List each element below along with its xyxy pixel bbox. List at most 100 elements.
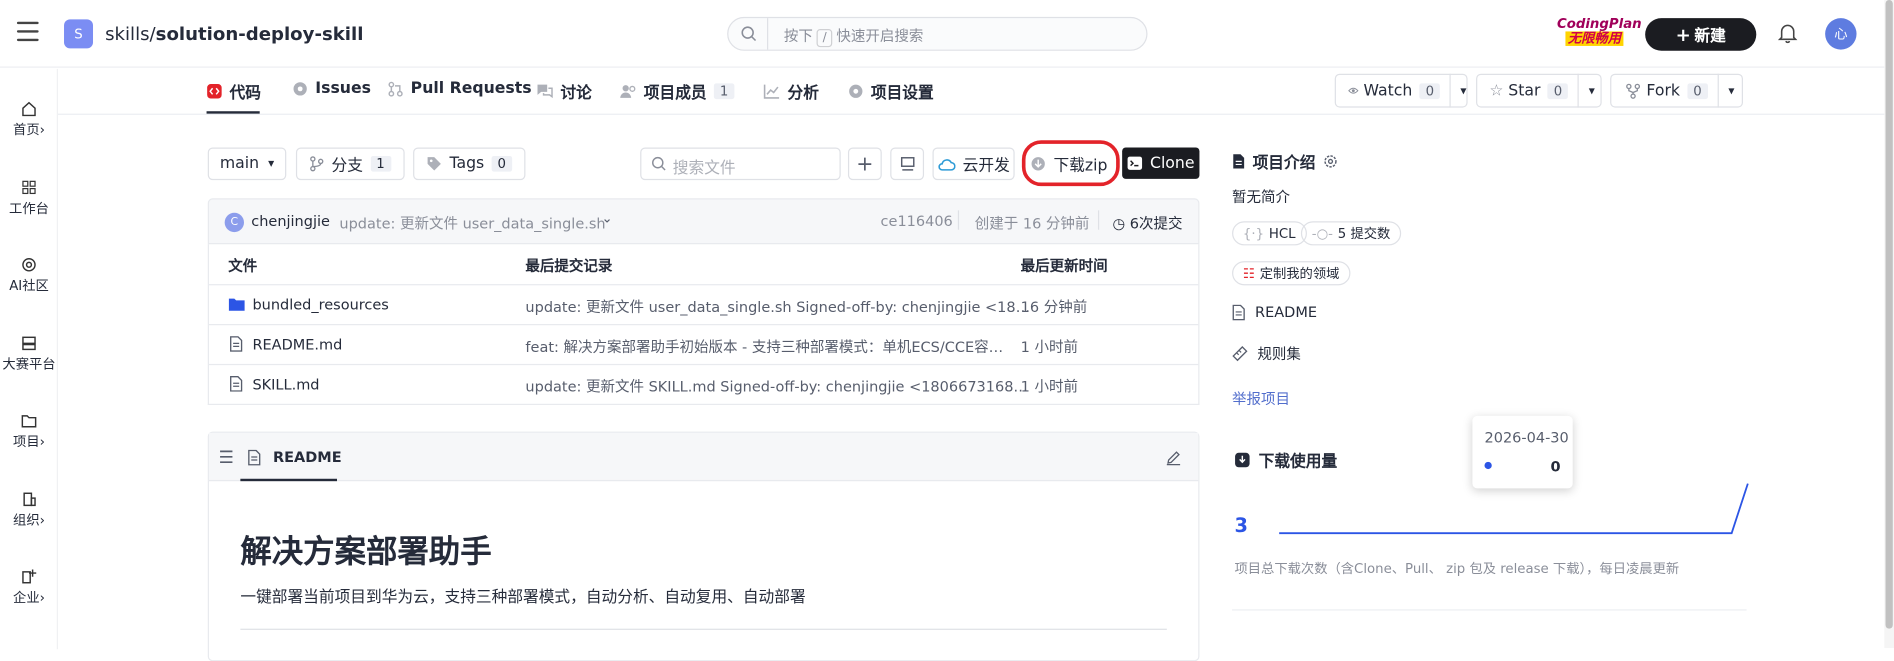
commit-author-avatar: C bbox=[224, 212, 244, 233]
file-commit-message[interactable]: feat: 解决方案部署助手初始版本 - 支持三种部署模式：单机ECS/CCE容… bbox=[525, 336, 1003, 357]
clone-button[interactable]: Clone bbox=[1122, 147, 1200, 179]
nav-enterprise[interactable]: 企业› bbox=[0, 568, 58, 607]
menu-icon[interactable] bbox=[16, 21, 39, 44]
readme-tab[interactable]: README bbox=[273, 449, 342, 466]
file-commit-message[interactable]: update: 更新文件 SKILL.md Signed-off-by: che… bbox=[525, 376, 1028, 397]
toc-icon[interactable]: ☰ bbox=[219, 449, 234, 468]
nav-org[interactable]: 组织› bbox=[0, 491, 58, 530]
scrollbar-thumb[interactable] bbox=[1885, 0, 1893, 629]
nav-ai-community[interactable]: AI社区 bbox=[0, 256, 58, 295]
folder-icon bbox=[21, 415, 37, 428]
fork-chevron-down-icon[interactable]: ▾ bbox=[1728, 84, 1734, 97]
nav-projects[interactable]: 项目› bbox=[0, 412, 58, 451]
bell-icon[interactable] bbox=[1778, 22, 1798, 44]
downloads-note: 项目总下载次数（含Clone、Pull、 zip 包及 release 下载），… bbox=[1234, 560, 1680, 577]
file-updated-time: 1 小时前 bbox=[1020, 378, 1078, 396]
file-icon bbox=[1232, 304, 1245, 320]
monitor-icon bbox=[900, 157, 914, 171]
report-link[interactable]: 举报项目 bbox=[1232, 388, 1290, 409]
file-name[interactable]: README.md bbox=[252, 336, 342, 353]
clock-icon: ◷ bbox=[1112, 215, 1126, 233]
header-file: 文件 bbox=[228, 257, 258, 275]
latest-commit-bar: C chenjingjie update: 更新文件 user_data_sin… bbox=[207, 198, 1200, 245]
rules-link[interactable]: 规则集 bbox=[1232, 343, 1301, 364]
gear-icon[interactable] bbox=[1323, 154, 1339, 170]
commit-count[interactable]: ◷ 6次提交 bbox=[1112, 213, 1182, 234]
repo-name[interactable]: solution-deploy-skill bbox=[156, 23, 364, 45]
table-row[interactable]: bundled_resources update: 更新文件 user_data… bbox=[208, 284, 1199, 324]
tab-code[interactable]: 代码 bbox=[207, 80, 261, 103]
repo-breadcrumb[interactable]: skills/solution-deploy-skill bbox=[105, 23, 363, 45]
plus-icon: + bbox=[856, 151, 874, 176]
tab-issues[interactable]: Issues bbox=[292, 80, 371, 98]
table-row[interactable]: SKILL.md update: 更新文件 SKILL.md Signed-of… bbox=[208, 363, 1199, 404]
readme-header: ☰ README bbox=[208, 432, 1199, 482]
tab-pull-requests[interactable]: Pull Requests bbox=[388, 80, 532, 98]
star-button[interactable]: ☆ Star 0 ▾ bbox=[1476, 73, 1602, 108]
commit-author[interactable]: chenjingjie bbox=[251, 213, 330, 230]
tab-settings[interactable]: 项目设置 bbox=[848, 80, 934, 103]
cloud-dev-button[interactable]: 云开发 bbox=[932, 147, 1015, 181]
downloads-heading: 下载使用量 bbox=[1234, 449, 1337, 472]
file-commit-message[interactable]: update: 更新文件 user_data_single.sh Signed-… bbox=[525, 296, 1030, 317]
ai-icon bbox=[22, 258, 36, 272]
branch-select[interactable]: main ▾ bbox=[207, 147, 287, 181]
nav-contest[interactable]: 大赛平台 bbox=[0, 335, 58, 374]
intro-heading: 项目介绍 bbox=[1232, 150, 1338, 173]
custom-domain-tag[interactable]: ☷ 定制我的领域 bbox=[1232, 261, 1351, 286]
web-ide-button[interactable] bbox=[890, 147, 925, 181]
language-tag[interactable]: {·} HCL bbox=[1232, 221, 1307, 246]
watch-chevron-down-icon[interactable]: ▾ bbox=[1460, 84, 1466, 97]
terminal-icon bbox=[1127, 156, 1143, 170]
commit-icon: -○- bbox=[1311, 225, 1333, 242]
commit-time: 创建于 16 分钟前 bbox=[974, 215, 1090, 233]
chevron-down-icon: ▾ bbox=[268, 157, 275, 171]
domain-icon: ☷ bbox=[1242, 265, 1255, 282]
nav-workbench[interactable]: 工作台 bbox=[0, 179, 58, 218]
repo-owner[interactable]: skills/ bbox=[105, 23, 156, 45]
tags-button[interactable]: Tags 0 bbox=[413, 147, 526, 181]
cloud-icon bbox=[938, 158, 956, 171]
star-chevron-down-icon[interactable]: ▾ bbox=[1589, 84, 1595, 97]
code-brackets-icon: {·} bbox=[1242, 225, 1265, 242]
codingplan-badge[interactable]: CodingPlan 无限畅用 bbox=[1557, 16, 1642, 51]
table-row[interactable]: README.md feat: 解决方案部署助手初始版本 - 支持三种部署模式：… bbox=[208, 324, 1199, 364]
file-name[interactable]: SKILL.md bbox=[252, 376, 319, 393]
branches-button[interactable]: 分支 1 bbox=[295, 147, 405, 181]
file-search-input[interactable]: 搜索文件 bbox=[640, 147, 841, 181]
org-icon bbox=[23, 492, 36, 507]
fork-button[interactable]: Fork 0 ▾ bbox=[1610, 73, 1743, 108]
edit-icon[interactable] bbox=[1166, 450, 1182, 466]
settings-icon bbox=[849, 84, 863, 98]
global-search-placeholder: 按下 / 快速开启搜索 bbox=[784, 25, 923, 48]
search-icon bbox=[741, 26, 757, 42]
file-name[interactable]: bundled_resources bbox=[252, 296, 388, 313]
commits-tag[interactable]: -○- 5 提交数 bbox=[1300, 221, 1402, 246]
global-search[interactable]: 按下 / 快速开启搜索 bbox=[727, 16, 1148, 51]
user-avatar[interactable]: 心 bbox=[1825, 18, 1857, 50]
commit-expand-chevron-icon[interactable]: ⌄ bbox=[602, 210, 613, 226]
chart-tooltip: 2026-04-30 0 bbox=[1472, 415, 1573, 489]
tooltip-series-dot bbox=[1484, 461, 1492, 470]
tab-discussions[interactable]: 讨论 bbox=[536, 80, 592, 103]
readme-subtitle: 一键部署当前项目到华为云，支持三种部署模式，自动分析、自动复用、自动部署 bbox=[240, 588, 806, 607]
tooltip-date: 2026-04-30 bbox=[1484, 429, 1569, 447]
issues-icon bbox=[293, 82, 307, 96]
new-button[interactable]: + 新建 bbox=[1645, 18, 1757, 51]
readme-link[interactable]: README bbox=[1232, 303, 1317, 320]
tab-analysis[interactable]: 分析 bbox=[763, 80, 819, 103]
commit-message[interactable]: update: 更新文件 user_data_single.sh bbox=[339, 213, 605, 234]
file-icon bbox=[230, 376, 243, 392]
readme-panel: ☰ README 解决方案部署助手 一键部署当前项目到华为云，支持三种部署模式，… bbox=[207, 431, 1200, 661]
branch-icon bbox=[310, 156, 325, 172]
download-icon bbox=[1235, 452, 1250, 468]
add-file-button[interactable]: + bbox=[847, 147, 882, 181]
active-tab-indicator bbox=[206, 111, 260, 114]
fork-icon bbox=[1626, 83, 1641, 99]
tab-members[interactable]: 项目成员 1 bbox=[620, 80, 735, 103]
left-nav: 首页› 工作台 AI社区 大赛平台 项目› 组织› 企业› bbox=[0, 68, 58, 650]
repo-avatar: S bbox=[64, 19, 94, 49]
discuss-icon bbox=[537, 84, 553, 99]
commit-hash[interactable]: ce116406 bbox=[881, 213, 953, 230]
watch-button[interactable]: Watch 0 ▾ bbox=[1334, 73, 1468, 108]
